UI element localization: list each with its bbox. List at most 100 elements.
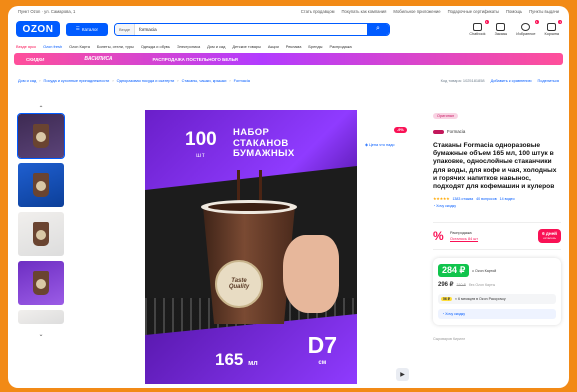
rating-row: ★★★★★ 1383 отзыва 40 вопросов 14 видео <box>433 196 561 201</box>
promo-banner[interactable]: СКИДКИ ВАСИЛИСА РАСПРОДАЖА ПОСТЕЛЬНОГО Б… <box>14 53 563 65</box>
catnav-item[interactable]: Везде ярко <box>16 44 36 49</box>
topbar-link[interactable]: Мобильное приложение <box>393 9 440 14</box>
installment-text: × 6 месяцев в Ozon Рассрочку <box>454 297 506 302</box>
orders-label: Заказы <box>494 31 508 36</box>
want-discount-button[interactable]: ◔ Хочу скидку <box>438 309 556 320</box>
regular-price: 296 ₽ <box>438 282 454 289</box>
chevron-up-icon[interactable]: ⌃ <box>18 103 64 113</box>
brand-name: Formacia <box>447 129 466 134</box>
sale-remaining: Осталось 84 шт <box>450 237 479 242</box>
gallery-thumb[interactable] <box>18 212 64 256</box>
want-discount-link[interactable]: ◔ Хочу скидку <box>433 204 561 208</box>
installment-amount: 56 ₽ <box>441 297 452 302</box>
chatbook-button[interactable]: 1 Chatbook <box>469 19 489 36</box>
price-good-link[interactable]: ◈ Цена что надо <box>365 142 407 147</box>
cup-volume-unit: мл <box>248 360 258 367</box>
search-bar: Везде formacia ⌕ <box>114 22 390 36</box>
catnav-item[interactable]: Ozon Карта <box>69 44 90 49</box>
breadcrumb-item[interactable]: Дом и сад <box>18 78 36 83</box>
main-product-image[interactable]: 100 шт НАБОР СТАКАНОВ БУМАЖНЫХ Taste Qua… <box>145 110 357 384</box>
brand-link[interactable]: Formacia <box>433 129 561 134</box>
topbar-link[interactable]: Покупать как компания <box>341 9 386 14</box>
videos-link[interactable]: 14 видео <box>500 197 515 201</box>
category-nav: Везде ярко Ozon fresh Ozon Карта Билеты,… <box>8 41 569 52</box>
catnav-item[interactable]: Билеты, отели, туры <box>97 44 134 49</box>
crossed-price: 310 ₽ <box>456 282 466 287</box>
orders-button[interactable]: Заказы <box>494 22 508 36</box>
chatbook-label: Chatbook <box>469 31 486 36</box>
chat-icon <box>472 22 482 31</box>
cart-icon <box>547 22 557 31</box>
cart-button[interactable]: 1 Корзина <box>545 19 562 36</box>
pack-count-value: 100 <box>185 129 217 150</box>
menu-icon: ☰ <box>75 26 80 31</box>
topbar-link[interactable]: Стать продавцом <box>301 9 335 14</box>
sale-box[interactable]: % Распродажа Осталось 84 шт 6 дней остал… <box>433 222 561 251</box>
catalog-button[interactable]: ☰ Каталог <box>66 22 108 36</box>
chevron-down-icon[interactable]: ⌄ <box>18 329 64 339</box>
gallery-thumb[interactable] <box>17 113 65 159</box>
cup-logo: Taste Quality <box>215 260 263 308</box>
location-link[interactable]: Пункт Ozon · ул. Самарова, 1 <box>18 9 75 14</box>
catnav-item[interactable]: Дом и сад <box>207 44 225 49</box>
gallery-thumb[interactable] <box>18 163 64 207</box>
share-link[interactable]: Поделиться <box>538 78 559 83</box>
compare-link[interactable]: Добавить к сравнению <box>491 78 532 83</box>
reviews-link[interactable]: 1383 отзыва <box>452 197 473 201</box>
gallery-thumb[interactable] <box>18 310 64 324</box>
breadcrumb-item[interactable]: Посуда и кухонные принадлежности <box>44 78 110 83</box>
favorites-label: Избранное <box>516 31 536 36</box>
gallery-thumbnails: ⌃ ⌄ <box>17 103 68 339</box>
page: Пункт Ozon · ул. Самарова, 1 Стать прода… <box>8 6 569 388</box>
photo-title-line: БУМАЖНЫХ <box>233 148 295 159</box>
catalog-label: Каталог <box>81 26 99 32</box>
heart-icon <box>521 22 531 31</box>
want-discount-label: Хочу скидку <box>436 204 456 209</box>
catnav-item[interactable]: Одежда и обувь <box>141 44 170 49</box>
breadcrumb-item[interactable]: Formacia <box>234 78 250 83</box>
catnav-item[interactable]: Бренды <box>308 44 322 49</box>
sale-timer-label: осталось <box>543 236 556 241</box>
questions-link[interactable]: 40 вопросов <box>476 197 497 201</box>
breadcrumb-item[interactable]: Стаканы, чашки, крышки <box>182 78 227 83</box>
breadcrumb: Дом и сад › Посуда и кухонные принадлежно… <box>18 77 559 83</box>
pack-count: 100 шт <box>185 129 217 164</box>
card-price: 284 ₽ <box>438 264 470 278</box>
catnav-item[interactable]: Детские товары <box>232 44 261 49</box>
topbar-link[interactable]: Помощь <box>506 9 522 14</box>
catnav-item[interactable]: Реклама <box>286 44 302 49</box>
catnav-item[interactable]: Распродажа <box>329 44 351 49</box>
bell-icon: ◔ <box>433 204 436 209</box>
box-icon <box>496 22 506 31</box>
breadcrumb-item[interactable]: Одноразовая посуда и скатерти <box>117 78 175 83</box>
percent-icon: % <box>433 228 444 243</box>
price-good-label: Цена что надо <box>368 143 395 147</box>
search-icon[interactable]: ⌕ <box>367 23 389 35</box>
tag-icon: ◈ <box>365 143 368 147</box>
gallery-thumb[interactable] <box>18 261 64 305</box>
ozon-logo[interactable]: OZON <box>16 21 60 37</box>
topbar-link[interactable]: Пункты выдачи <box>529 9 559 14</box>
image-side-tags: -9% ◈ Цена что надо <box>365 118 407 147</box>
original-badge: Оригинал <box>433 113 459 119</box>
cup-volume-value: 165 <box>215 350 244 369</box>
topbar-link[interactable]: Подарочные сертификаты <box>448 9 499 14</box>
cup-diameter: D7 см <box>308 334 337 372</box>
photo-title-line: НАБОР <box>233 127 270 138</box>
catnav-item[interactable]: Акции <box>268 44 279 49</box>
catnav-item[interactable]: Электроника <box>177 44 200 49</box>
hand-illustration <box>283 235 339 313</box>
bell-icon: ◔ <box>442 312 445 317</box>
catnav-item[interactable]: Ozon fresh <box>43 44 62 49</box>
video-icon[interactable]: ▶ <box>396 368 409 381</box>
header: OZON ☰ Каталог Везде formacia ⌕ 1 Chatbo… <box>8 17 569 41</box>
seller-name[interactable]: Сыроваров Кирилл <box>433 337 561 341</box>
favorites-button[interactable]: 1 Избранное <box>516 19 539 36</box>
product-title: Стаканы Formacia одноразовые бумажные об… <box>433 142 557 191</box>
want-discount-button-label: Хочу скидку <box>445 312 465 317</box>
price-card: 284 ₽ с Ozon Картой 296 ₽ 310 ₽ без Ozon… <box>433 258 561 326</box>
search-scope-select[interactable]: Везде <box>115 23 136 35</box>
installment-row[interactable]: 56 ₽ × 6 месяцев в Ozon Рассрочку <box>438 294 556 305</box>
article-number: Код товара: 1025181858 <box>440 77 485 83</box>
search-input[interactable]: formacia <box>135 27 367 32</box>
